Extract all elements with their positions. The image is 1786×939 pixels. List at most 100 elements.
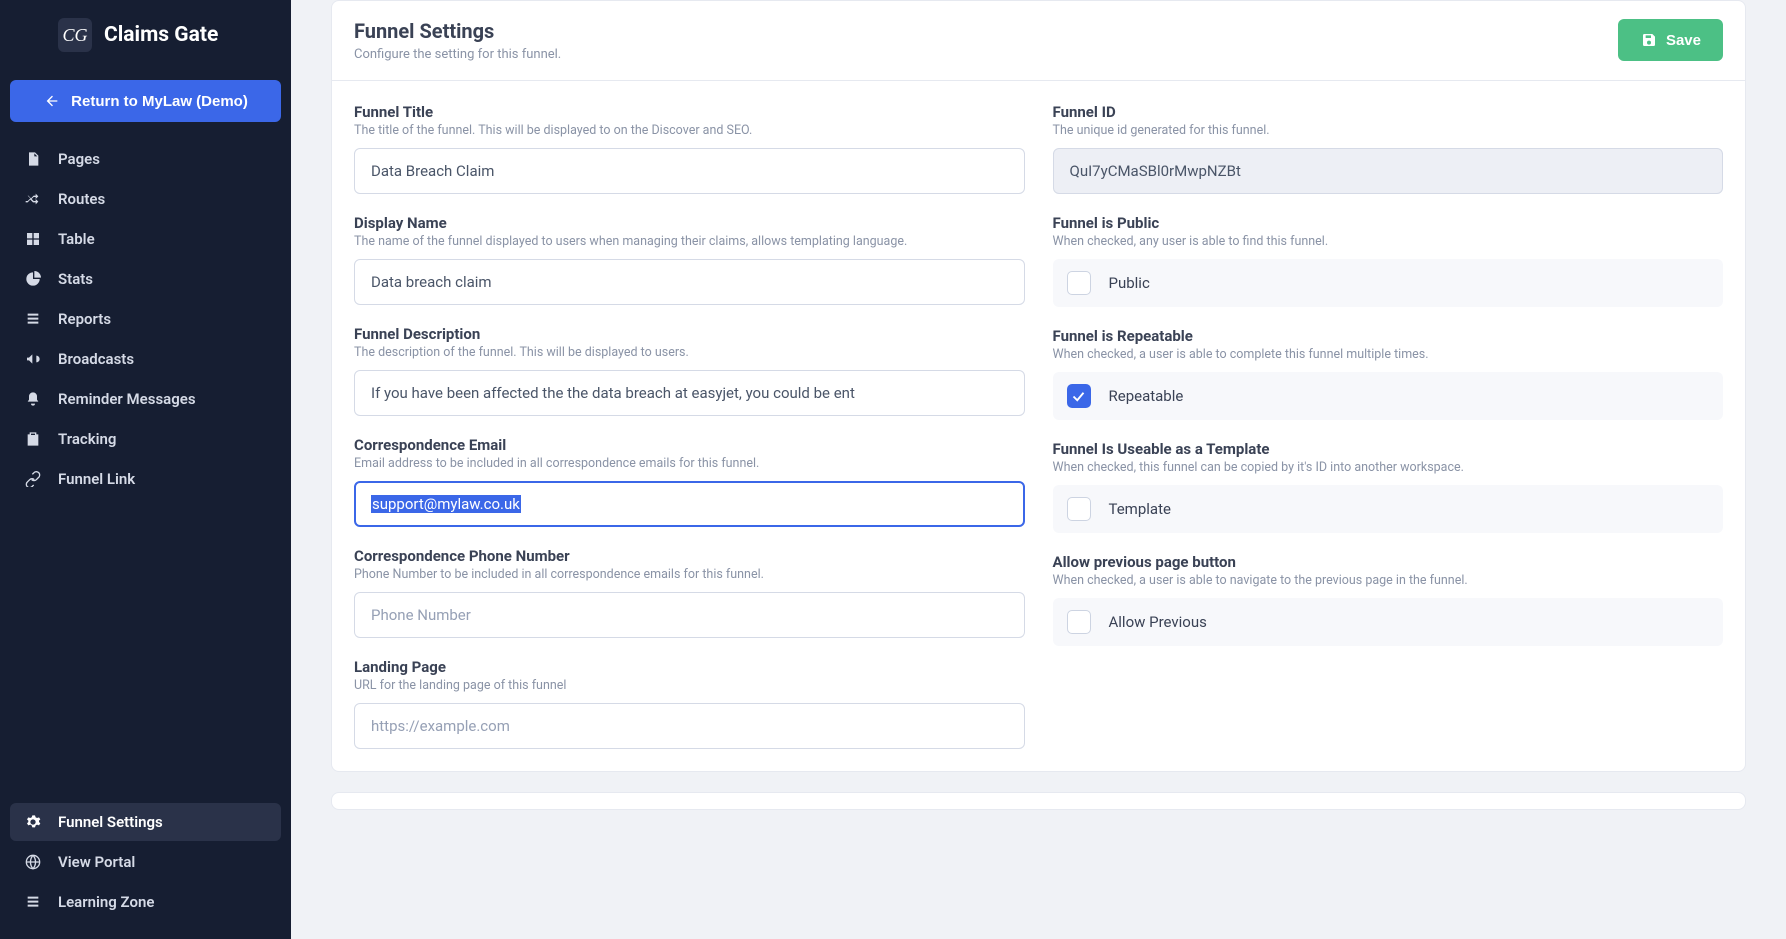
sidebar-item-label: Funnel Settings: [58, 813, 163, 831]
field-label: Correspondence Phone Number: [354, 547, 1025, 565]
field-help: Email address to be included in all corr…: [354, 456, 1025, 471]
clipboard-icon: [24, 430, 42, 448]
arrow-left-icon: [43, 92, 61, 110]
card-header: Funnel Settings Configure the setting fo…: [332, 1, 1745, 81]
checkbox-label: Template: [1109, 500, 1171, 518]
field-help: The title of the funnel. This will be di…: [354, 123, 1025, 138]
sidebar-item-stats[interactable]: Stats: [10, 260, 281, 298]
list-icon: [24, 893, 42, 911]
field-label: Funnel Is Useable as a Template: [1053, 440, 1724, 458]
funnel-id-input[interactable]: [1053, 148, 1724, 194]
gear-icon: [24, 813, 42, 831]
field-funnel-id: Funnel ID The unique id generated for th…: [1053, 103, 1724, 194]
field-label: Landing Page: [354, 658, 1025, 676]
sidebar-item-label: Table: [58, 230, 95, 248]
field-help: The description of the funnel. This will…: [354, 345, 1025, 360]
field-display-name: Display Name The name of the funnel disp…: [354, 214, 1025, 305]
repeatable-checkbox[interactable]: [1067, 384, 1091, 408]
field-label: Funnel ID: [1053, 103, 1724, 121]
link-icon: [24, 470, 42, 488]
template-checkbox[interactable]: [1067, 497, 1091, 521]
file-icon: [24, 150, 42, 168]
page-subtitle: Configure the setting for this funnel.: [354, 47, 561, 62]
app-logo: CG Claims Gate: [10, 18, 281, 70]
field-description: Funnel Description The description of th…: [354, 325, 1025, 416]
field-help: When checked, any user is able to find t…: [1053, 234, 1724, 249]
field-help: The unique id generated for this funnel.: [1053, 123, 1724, 138]
sidebar-item-reminder-messages[interactable]: Reminder Messages: [10, 380, 281, 418]
field-label: Allow previous page button: [1053, 553, 1724, 571]
sidebar: CG Claims Gate Return to MyLaw (Demo) Pa…: [0, 0, 291, 939]
sidebar-item-label: View Portal: [58, 853, 135, 871]
sidebar-item-label: Reports: [58, 310, 111, 328]
email-input[interactable]: support@mylaw.co.uk: [354, 481, 1025, 527]
pie-icon: [24, 270, 42, 288]
sidebar-item-label: Funnel Link: [58, 470, 135, 488]
field-help: The name of the funnel displayed to user…: [354, 234, 1025, 249]
sidebar-item-funnel-settings[interactable]: Funnel Settings: [10, 803, 281, 841]
field-help: URL for the landing page of this funnel: [354, 678, 1025, 693]
field-repeatable: Funnel is Repeatable When checked, a use…: [1053, 327, 1724, 420]
field-label: Display Name: [354, 214, 1025, 232]
phone-input[interactable]: [354, 592, 1025, 638]
display-name-input[interactable]: [354, 259, 1025, 305]
page-title: Funnel Settings: [354, 19, 561, 43]
nav-main: Pages Routes Table Stats Reports Broadca…: [10, 140, 281, 498]
list-icon: [24, 310, 42, 328]
sidebar-item-label: Tracking: [58, 430, 116, 448]
settings-card: Funnel Settings Configure the setting fo…: [331, 0, 1746, 772]
bullhorn-icon: [24, 350, 42, 368]
field-template: Funnel Is Useable as a Template When che…: [1053, 440, 1724, 533]
landing-input[interactable]: [354, 703, 1025, 749]
shuffle-icon: [24, 190, 42, 208]
field-label: Funnel is Public: [1053, 214, 1724, 232]
field-funnel-title: Funnel Title The title of the funnel. Th…: [354, 103, 1025, 194]
nav-bottom: Funnel Settings View Portal Learning Zon…: [10, 803, 281, 921]
sidebar-item-label: Broadcasts: [58, 350, 134, 368]
allow-previous-checkbox[interactable]: [1067, 610, 1091, 634]
field-help: When checked, a user is able to complete…: [1053, 347, 1724, 362]
return-button-label: Return to MyLaw (Demo): [71, 93, 248, 110]
save-button[interactable]: Save: [1618, 19, 1723, 61]
sidebar-item-funnel-link[interactable]: Funnel Link: [10, 460, 281, 498]
field-phone: Correspondence Phone Number Phone Number…: [354, 547, 1025, 638]
next-card-top: [331, 792, 1746, 810]
sidebar-item-tracking[interactable]: Tracking: [10, 420, 281, 458]
checkbox-label: Allow Previous: [1109, 613, 1207, 631]
field-label: Funnel Title: [354, 103, 1025, 121]
email-value-selected: support@mylaw.co.uk: [371, 495, 521, 513]
main-content: Funnel Settings Configure the setting fo…: [291, 0, 1786, 939]
sidebar-item-reports[interactable]: Reports: [10, 300, 281, 338]
funnel-title-input[interactable]: [354, 148, 1025, 194]
field-email: Correspondence Email Email address to be…: [354, 436, 1025, 527]
logo-mark: CG: [58, 18, 92, 52]
return-button[interactable]: Return to MyLaw (Demo): [10, 80, 281, 122]
field-label: Funnel Description: [354, 325, 1025, 343]
save-icon: [1640, 31, 1658, 49]
sidebar-item-view-portal[interactable]: View Portal: [10, 843, 281, 881]
description-input[interactable]: [354, 370, 1025, 416]
sidebar-item-pages[interactable]: Pages: [10, 140, 281, 178]
sidebar-item-routes[interactable]: Routes: [10, 180, 281, 218]
public-checkbox[interactable]: [1067, 271, 1091, 295]
globe-icon: [24, 853, 42, 871]
sidebar-item-table[interactable]: Table: [10, 220, 281, 258]
sidebar-item-label: Stats: [58, 270, 93, 288]
sidebar-item-label: Learning Zone: [58, 893, 154, 911]
bell-icon: [24, 390, 42, 408]
sidebar-item-learning-zone[interactable]: Learning Zone: [10, 883, 281, 921]
checkbox-label: Public: [1109, 274, 1150, 292]
sidebar-item-label: Pages: [58, 150, 100, 168]
field-help: When checked, this funnel can be copied …: [1053, 460, 1724, 475]
sidebar-item-label: Routes: [58, 190, 105, 208]
field-help: Phone Number to be included in all corre…: [354, 567, 1025, 582]
field-label: Correspondence Email: [354, 436, 1025, 454]
field-previous: Allow previous page button When checked,…: [1053, 553, 1724, 646]
sidebar-item-broadcasts[interactable]: Broadcasts: [10, 340, 281, 378]
save-button-label: Save: [1666, 32, 1701, 49]
field-help: When checked, a user is able to navigate…: [1053, 573, 1724, 588]
field-label: Funnel is Repeatable: [1053, 327, 1724, 345]
app-name: Claims Gate: [104, 23, 218, 47]
grid-icon: [24, 230, 42, 248]
checkbox-label: Repeatable: [1109, 387, 1184, 405]
